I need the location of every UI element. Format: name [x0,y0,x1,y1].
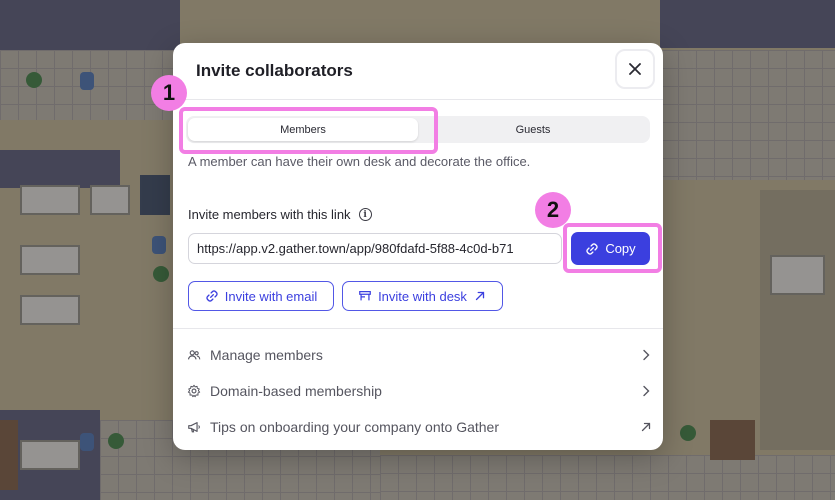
domain-membership-label: Domain-based membership [210,383,382,399]
info-icon[interactable]: i [358,208,372,221]
invite-link-label-text: Invite members with this link [188,207,351,222]
header-divider [173,99,663,100]
link-icon [206,290,218,302]
invite-link-label: Invite members with this link i [188,207,372,222]
chevron-right-icon [643,349,650,361]
onboarding-tips-row[interactable]: Tips on onboarding your company onto Gat… [186,415,652,439]
domain-membership-row[interactable]: Domain-based membership [186,379,652,403]
close-button[interactable] [615,49,655,89]
section-divider [173,328,663,329]
tab-description: A member can have their own desk and dec… [188,154,531,169]
step2-badge: 2 [535,192,571,228]
step1-highlight [179,107,438,154]
gear-icon [186,383,202,399]
invite-with-desk-label: Invite with desk [378,288,467,304]
close-icon [629,63,641,75]
manage-members-row[interactable]: Manage members [186,343,652,367]
step2-highlight [563,223,662,273]
external-arrow-icon [475,291,485,301]
invite-link-field[interactable]: https://app.v2.gather.town/app/980fdafd-… [188,233,562,264]
people-icon [186,347,202,363]
invite-with-desk-button[interactable]: Invite with desk [342,281,503,311]
modal-title: Invite collaborators [196,61,353,80]
chevron-right-icon [643,385,650,397]
invite-with-email-button[interactable]: Invite with email [188,281,334,311]
invite-with-email-label: Invite with email [224,288,318,304]
megaphone-icon [186,419,202,435]
onboarding-tips-label: Tips on onboarding your company onto Gat… [210,419,499,435]
external-arrow-icon [641,422,651,432]
step1-badge: 1 [151,75,187,111]
manage-members-label: Manage members [210,347,323,363]
tab-guests[interactable]: Guests [418,118,648,141]
desk-icon [359,291,371,301]
